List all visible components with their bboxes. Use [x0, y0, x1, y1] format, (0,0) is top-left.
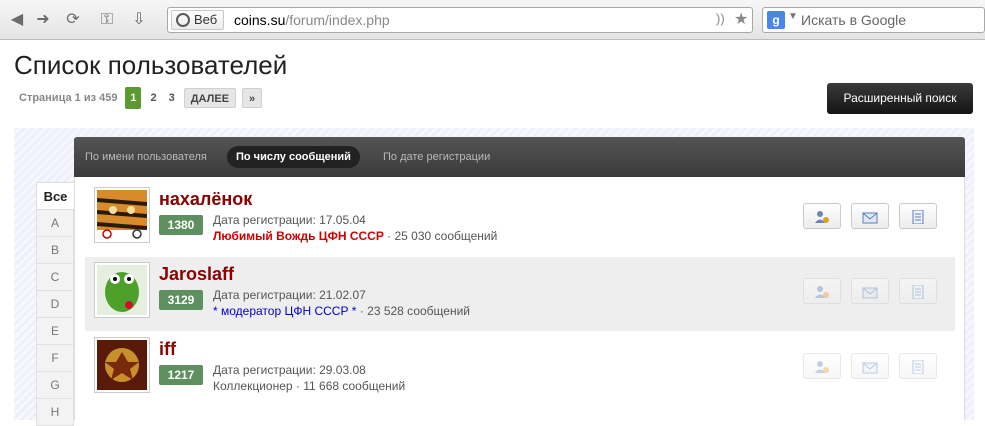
- letter-b[interactable]: B: [36, 237, 74, 264]
- view-content-button[interactable]: [899, 278, 937, 304]
- letter-filter: Все A B C D E F G H: [36, 182, 74, 426]
- letter-f[interactable]: F: [36, 345, 74, 372]
- view-content-button[interactable]: [899, 353, 937, 379]
- message-count: · 25 030 сообщений: [383, 229, 498, 243]
- avatar[interactable]: [94, 262, 150, 318]
- user-rank: Коллекционер: [213, 379, 293, 393]
- rss-icon[interactable]: )): [716, 11, 725, 26]
- url-text[interactable]: coins.su/forum/index.php: [234, 12, 390, 28]
- sort-tabs: По имени пользователя По числу сообщений…: [74, 137, 965, 177]
- globe-icon: [176, 13, 190, 27]
- message-count: · 11 668 сообщений: [292, 379, 406, 393]
- web-chip-label: Веб: [194, 12, 218, 27]
- pagination-label: Страница 1 из 459: [19, 92, 118, 104]
- tiger-avatar-image: [96, 190, 148, 240]
- letter-e[interactable]: E: [36, 318, 74, 345]
- user-meta: Коллекционер · 11 668 сообщений: [213, 379, 405, 393]
- add-friend-button[interactable]: [803, 278, 841, 304]
- pagination: Страница 1 из 459 1 2 3 ДАЛЕЕ »: [19, 87, 263, 109]
- letter-c[interactable]: C: [36, 264, 74, 291]
- current-page[interactable]: 1: [125, 87, 142, 109]
- letter-g[interactable]: G: [36, 372, 74, 399]
- page-link-3[interactable]: 3: [166, 92, 178, 104]
- reload-icon[interactable]: ⟳: [62, 9, 84, 31]
- download-icon[interactable]: ⇩: [128, 9, 150, 31]
- message-count: · 23 528 сообщений: [356, 304, 470, 318]
- page-title: Список пользователей: [14, 50, 288, 80]
- document-icon: [912, 284, 924, 299]
- username[interactable]: нахалёнок: [159, 189, 252, 210]
- letter-h[interactable]: H: [36, 399, 74, 426]
- registration-date: Дата регистрации: 29.03.08: [213, 363, 366, 377]
- search-box[interactable]: g ▼ Искать в Google: [762, 7, 985, 33]
- letter-d[interactable]: D: [36, 291, 74, 318]
- add-friend-button[interactable]: [803, 353, 841, 379]
- advanced-search-button[interactable]: Расширенный поиск: [827, 83, 973, 114]
- web-chip[interactable]: Веб: [171, 10, 225, 30]
- user-row: iff 1217 Дата регистрации: 29.03.08 Колл…: [85, 332, 955, 406]
- send-message-button[interactable]: [851, 203, 889, 229]
- last-page-button[interactable]: »: [242, 88, 263, 108]
- user-list: нахалёнок 1380 Дата регистрации: 17.05.0…: [74, 177, 965, 420]
- chevron-down-icon[interactable]: ▼: [788, 11, 798, 22]
- user-rank: Любимый Вождь ЦФН СССР: [213, 229, 384, 243]
- document-icon: [912, 359, 924, 374]
- star-icon[interactable]: ★: [734, 9, 748, 29]
- document-icon: [912, 209, 924, 224]
- post-count-badge: 3129: [159, 290, 203, 310]
- tab-by-username[interactable]: По имени пользователя: [76, 146, 216, 168]
- add-friend-button[interactable]: [803, 203, 841, 229]
- user-meta: * модератор ЦФН СССР * · 23 528 сообщени…: [213, 304, 470, 318]
- post-count-badge: 1217: [159, 365, 203, 385]
- add-friend-icon: [815, 285, 829, 298]
- eagle-emblem-avatar-image: [97, 340, 147, 390]
- tab-by-registration[interactable]: По дате регистрации: [374, 146, 499, 168]
- tab-by-posts[interactable]: По числу сообщений: [227, 146, 360, 168]
- url-path: /forum/index.php: [285, 12, 390, 28]
- letter-all[interactable]: Все: [36, 182, 74, 210]
- frog-avatar-image: [97, 265, 147, 315]
- google-icon: g: [767, 11, 785, 29]
- add-friend-icon: [815, 360, 829, 373]
- key-icon[interactable]: ⚿: [96, 9, 118, 31]
- avatar[interactable]: [94, 337, 150, 393]
- send-message-button[interactable]: [851, 278, 889, 304]
- search-input[interactable]: Искать в Google: [801, 12, 906, 28]
- post-count-badge: 1380: [159, 215, 203, 235]
- avatar[interactable]: [94, 187, 150, 243]
- send-message-button[interactable]: [851, 353, 889, 379]
- registration-date: Дата регистрации: 17.05.04: [213, 213, 366, 227]
- user-rank: * модератор ЦФН СССР *: [213, 304, 357, 318]
- envelope-icon: [862, 212, 878, 224]
- page-link-2[interactable]: 2: [147, 92, 159, 104]
- next-page-button[interactable]: ДАЛЕЕ: [183, 88, 237, 108]
- forward-arrow-icon[interactable]: ➜: [32, 9, 54, 31]
- envelope-icon: [862, 287, 878, 299]
- registration-date: Дата регистрации: 21.02.07: [213, 288, 366, 302]
- user-row: нахалёнок 1380 Дата регистрации: 17.05.0…: [85, 182, 955, 256]
- address-bar[interactable]: Веб coins.su/forum/index.php )) ★: [167, 7, 753, 33]
- view-content-button[interactable]: [899, 203, 937, 229]
- user-row: Jaroslaff 3129 Дата регистрации: 21.02.0…: [85, 257, 955, 331]
- letter-a[interactable]: A: [36, 210, 74, 237]
- envelope-icon: [862, 362, 878, 374]
- username[interactable]: iff: [159, 339, 176, 360]
- url-host: coins.su: [234, 12, 286, 28]
- username[interactable]: Jaroslaff: [159, 264, 234, 285]
- browser-toolbar: ◀ ➜ ⟳ ⚿ ⇩ Веб coins.su/forum/index.php )…: [0, 0, 985, 40]
- user-meta: Любимый Вождь ЦФН СССР · 25 030 сообщени…: [213, 229, 497, 243]
- back-arrow-icon[interactable]: ◀: [6, 9, 28, 31]
- add-friend-icon: [815, 210, 829, 223]
- page: Список пользователей Страница 1 из 459 1…: [0, 40, 985, 426]
